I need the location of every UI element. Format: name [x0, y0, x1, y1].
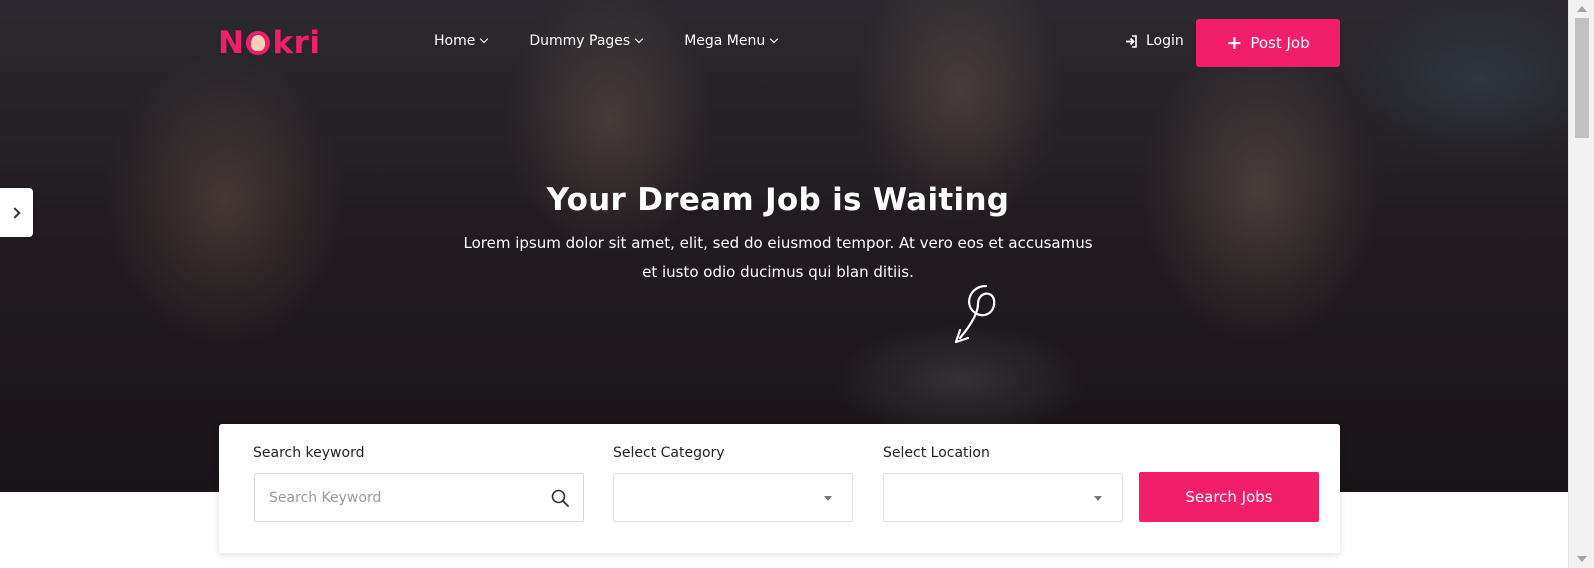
hero-title: Your Dream Job is Waiting: [546, 182, 1010, 218]
page-scrollbar[interactable]: [1568, 0, 1594, 568]
hero-subtitle-line: Lorem ipsum dolor sit amet, elit, sed do…: [463, 234, 1093, 252]
search-keyword-input[interactable]: Search Keyword: [254, 473, 584, 522]
nav-item-label: Dummy Pages: [529, 33, 631, 49]
logo-text-left: N: [218, 25, 245, 61]
category-select[interactable]: [613, 473, 853, 522]
nav-item-label: Mega Menu: [684, 33, 766, 49]
scrollbar-thumb[interactable]: [1575, 18, 1589, 138]
search-keyword-placeholder: Search Keyword: [269, 489, 382, 506]
main-nav: Home Dummy Pages Mega Menu: [434, 33, 819, 49]
chevron-down-icon: [770, 34, 779, 44]
job-search-form: Search keyword Search Keyword Select Cat…: [219, 424, 1340, 553]
nav-item-label: Home: [434, 33, 476, 49]
hero-subtitle: Lorem ipsum dolor sit amet, elit, sed do…: [440, 229, 1116, 287]
nav-item-home[interactable]: Home: [434, 33, 489, 49]
nav-item-mega-menu[interactable]: Mega Menu: [684, 33, 779, 49]
caret-down-icon: [1094, 496, 1102, 501]
logo[interactable]: N kri: [218, 25, 321, 61]
location-select[interactable]: [883, 473, 1123, 522]
location-label: Select Location: [883, 445, 990, 461]
scroll-down-icon[interactable]: [1577, 556, 1587, 562]
caret-down-icon: [824, 496, 832, 501]
scroll-up-icon[interactable]: [1577, 6, 1587, 12]
chevron-down-icon: [480, 34, 489, 44]
sign-in-icon: [1126, 34, 1137, 48]
logo-avatar-icon: [246, 31, 271, 55]
keyword-label: Search keyword: [253, 445, 365, 461]
search-icon: [551, 489, 569, 507]
logo-text-right: kri: [272, 25, 321, 61]
post-job-button[interactable]: + Post Job: [1196, 19, 1340, 67]
hero-subtitle-line: et iusto odio ducimus qui blan ditiis.: [642, 263, 914, 281]
swirl-arrow-icon: [954, 284, 996, 344]
chevron-down-icon: [634, 34, 644, 44]
search-jobs-button[interactable]: Search Jobs: [1139, 472, 1319, 522]
category-label: Select Category: [613, 445, 725, 461]
login-label: Login: [1146, 33, 1184, 49]
search-jobs-label: Search Jobs: [1185, 488, 1273, 506]
nav-item-dummy-pages[interactable]: Dummy Pages: [529, 33, 644, 49]
plus-icon: +: [1226, 31, 1243, 54]
post-job-label: Post Job: [1250, 34, 1310, 52]
login-link[interactable]: Login: [1125, 33, 1184, 49]
